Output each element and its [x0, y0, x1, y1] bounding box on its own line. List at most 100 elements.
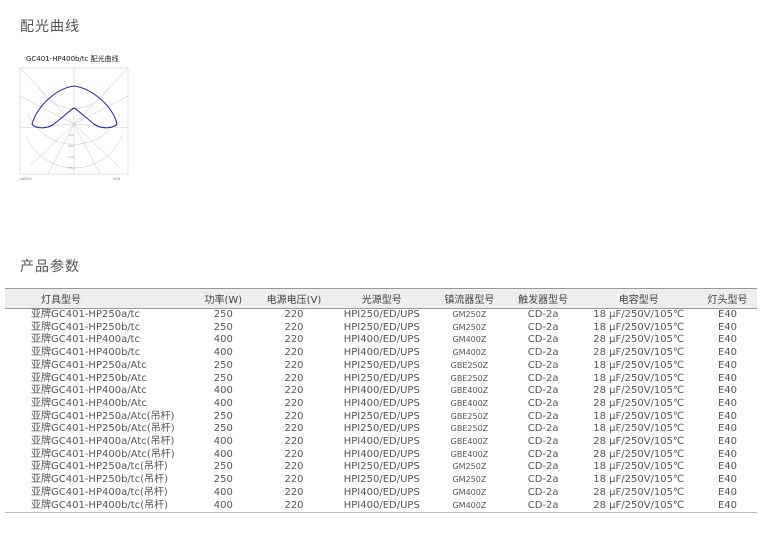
igniter-cell: CD-2a — [527, 309, 559, 320]
voltage-cell: 220 — [284, 436, 304, 448]
ballast-cell: GM250Z — [452, 310, 487, 319]
igniter-cell: CD-2a — [527, 486, 559, 498]
light-source-cell: HPI400/ED/UPS — [343, 347, 420, 359]
lamp-base-cell: E40 — [717, 448, 737, 460]
power-cell: 400 — [213, 436, 233, 448]
light-source-cell: HPI250/ED/UPS — [343, 423, 420, 435]
capacitor-cell: 18 μF/250V/105℃ — [593, 372, 685, 384]
lamp-model-cell: 亚牌GC401-HP250a/tc(吊杆) — [31, 461, 168, 473]
capacitor-cell: 28 μF/250V/105℃ — [593, 385, 685, 397]
ballast-cell: GM250Z — [452, 462, 487, 472]
lamp-base-cell: E40 — [717, 486, 737, 498]
svg-text:180: 180 — [68, 133, 74, 137]
table-row: 亚牌GC401-HP250b/Atc 250 220 HPI250/ED/UPS GBE… — [5, 373, 757, 386]
lamp-base-cell: E40 — [717, 410, 737, 422]
light-source-cell: HPI250/ED/UPS — [343, 474, 420, 486]
ballast-cell: GM400Z — [452, 335, 487, 345]
igniter-cell: CD-2a — [527, 474, 559, 486]
light-source-cell: HPI400/ED/UPS — [343, 385, 420, 397]
capacitor-cell: 28 μF/250V/105℃ — [593, 334, 685, 346]
power-cell: 250 — [213, 309, 233, 320]
ballast-cell: GBE250Z — [450, 360, 489, 370]
power-cell: 400 — [213, 448, 233, 460]
lamp-model-cell: 亚牌GC401-HP250b/Atc — [31, 372, 147, 384]
capacitor-cell: 18 μF/250V/105℃ — [593, 423, 685, 435]
lamp-base-cell: E40 — [717, 321, 737, 333]
svg-text:360: 360 — [68, 144, 74, 148]
lamp-model-cell: 亚牌GC401-HP250a/Atc(吊杆) — [31, 410, 175, 422]
ballast-cell: GM400Z — [432, 499, 507, 514]
table-row: 亚牌GC401-HP250b/tc(吊杆) 250 220 HPI250/ED/UPS… — [5, 474, 757, 487]
header-ballast: 镇流器型号 — [432, 288, 507, 309]
header-lamp-model: 灯具型号 — [5, 288, 191, 309]
ballast-cell: GM400Z — [452, 348, 487, 358]
light-distribution-heading: 配光曲线 — [20, 19, 80, 35]
ballast-cell: GBE400Z — [450, 386, 489, 396]
light-source-cell: HPI400/ED/UPS — [343, 397, 420, 409]
voltage-cell: 220 — [256, 499, 332, 514]
lamp-model-cell: 亚牌GC401-HP250a/Atc — [31, 359, 147, 371]
igniter-cell: CD-2a — [527, 397, 559, 409]
lamp-base-cell: E40 — [717, 423, 737, 435]
curve-bottom-left: cd/klm — [20, 177, 32, 181]
lamp-base-cell: E40 — [717, 474, 737, 486]
lamp-model-cell: 亚牌GC401-HP400a/Atc(吊杆) — [31, 436, 175, 448]
capacitor-cell: 18 μF/250V/105℃ — [593, 461, 685, 473]
table-row: 亚牌GC401-HP400a/Atc(吊杆) 400 220 HPI400/ED/UP… — [5, 436, 757, 449]
igniter-cell: CD-2a — [527, 334, 559, 346]
capacitor-cell: 28 μF/250V/105℃ — [593, 397, 685, 409]
lamp-model-cell: 亚牌GC401-HP250b/tc(吊杆) — [31, 474, 169, 486]
voltage-cell: 220 — [284, 423, 304, 435]
lamp-model-cell: 亚牌GC401-HP400a/tc — [31, 334, 140, 346]
table-row: 亚牌GC401-HP250a/Atc(吊杆) 250 220 HPI250/ED/UP… — [5, 411, 757, 424]
lamp-base-cell: E40 — [717, 372, 737, 384]
ballast-cell: GM400Z — [452, 487, 487, 497]
table-row: 亚牌GC401-HP400a/Atc 400 220 HPI400/ED/UPS GBE… — [5, 385, 757, 398]
ballast-cell: GBE400Z — [450, 437, 489, 447]
capacitor-cell: 28 μF/250V/105℃ — [593, 436, 685, 448]
lamp-model-cell: 亚牌GC401-HP400a/tc(吊杆) — [31, 486, 168, 498]
lamp-model-cell: 亚牌GC401-HP250a/tc — [31, 309, 140, 320]
header-voltage: 电源电压(V) — [256, 288, 332, 309]
igniter-cell: CD-2a — [527, 410, 559, 422]
capacitor-cell: 28 μF/250V/105℃ — [579, 499, 698, 514]
lamp-base-cell: E40 — [717, 334, 737, 346]
light-source-cell: HPI250/ED/UPS — [343, 461, 420, 473]
light-source-cell: HPI400/ED/UPS — [343, 334, 420, 346]
lamp-model-cell: 亚牌GC401-HP400b/Atc — [31, 397, 147, 409]
lamp-model-cell: 亚牌GC401-HP250b/Atc(吊杆) — [31, 423, 175, 435]
lamp-base-cell: E40 — [717, 397, 737, 409]
capacitor-cell: 18 μF/250V/105℃ — [593, 474, 685, 486]
voltage-cell: 220 — [284, 461, 304, 473]
igniter-cell: CD-2a — [527, 385, 559, 397]
power-cell: 250 — [213, 321, 233, 333]
power-cell: 250 — [213, 423, 233, 435]
igniter-cell: CD-2a — [527, 461, 559, 473]
capacitor-cell: 28 μF/250V/105℃ — [593, 486, 685, 498]
table-row: 亚牌GC401-HP400a/tc 400 220 HPI400/ED/UPS GM40… — [5, 334, 757, 347]
ballast-cell: GM250Z — [452, 322, 487, 332]
voltage-cell: 220 — [284, 372, 304, 384]
igniter-cell: CD-2a — [527, 359, 559, 371]
table-row: 亚牌GC401-HP400b/Atc(吊杆) 400 220 HPI400/ED/UP… — [5, 449, 757, 462]
table-row: 亚牌GC401-HP250a/Atc 250 220 HPI250/ED/UPS GBE… — [5, 360, 757, 373]
table-row: 亚牌GC401-HP400b/tc(吊杆) 400 220 HPI400/ED/UPS… — [5, 499, 757, 514]
capacitor-cell: 18 μF/250V/105℃ — [593, 309, 685, 320]
light-source-cell: HPI250/ED/UPS — [343, 321, 420, 333]
lamp-model-cell: 亚牌GC401-HP400a/Atc — [31, 385, 147, 397]
light-source-cell: HPI400/ED/UPS — [343, 448, 420, 460]
ballast-cell: GBE250Z — [450, 373, 489, 383]
table-body: 亚牌GC401-HP250a/tc 250 220 HPI250/ED/UPS GM25… — [5, 309, 757, 514]
power-cell: 400 — [213, 334, 233, 346]
voltage-cell: 220 — [284, 309, 304, 320]
lamp-model-cell: 亚牌GC401-HP400b/tc — [31, 347, 141, 359]
lamp-base-cell: E40 — [717, 359, 737, 371]
light-source-cell: HPI250/ED/UPS — [343, 372, 420, 384]
header-light-source: 光源型号 — [331, 288, 433, 309]
svg-text:540: 540 — [68, 155, 74, 159]
lamp-base-cell: E40 — [717, 436, 737, 448]
voltage-cell: 220 — [284, 486, 304, 498]
power-cell: 400 — [213, 397, 233, 409]
light-distribution-curve: 180 360 540 720 cd/klm Unit — [19, 67, 129, 181]
igniter-cell: CD-2a — [527, 448, 559, 460]
